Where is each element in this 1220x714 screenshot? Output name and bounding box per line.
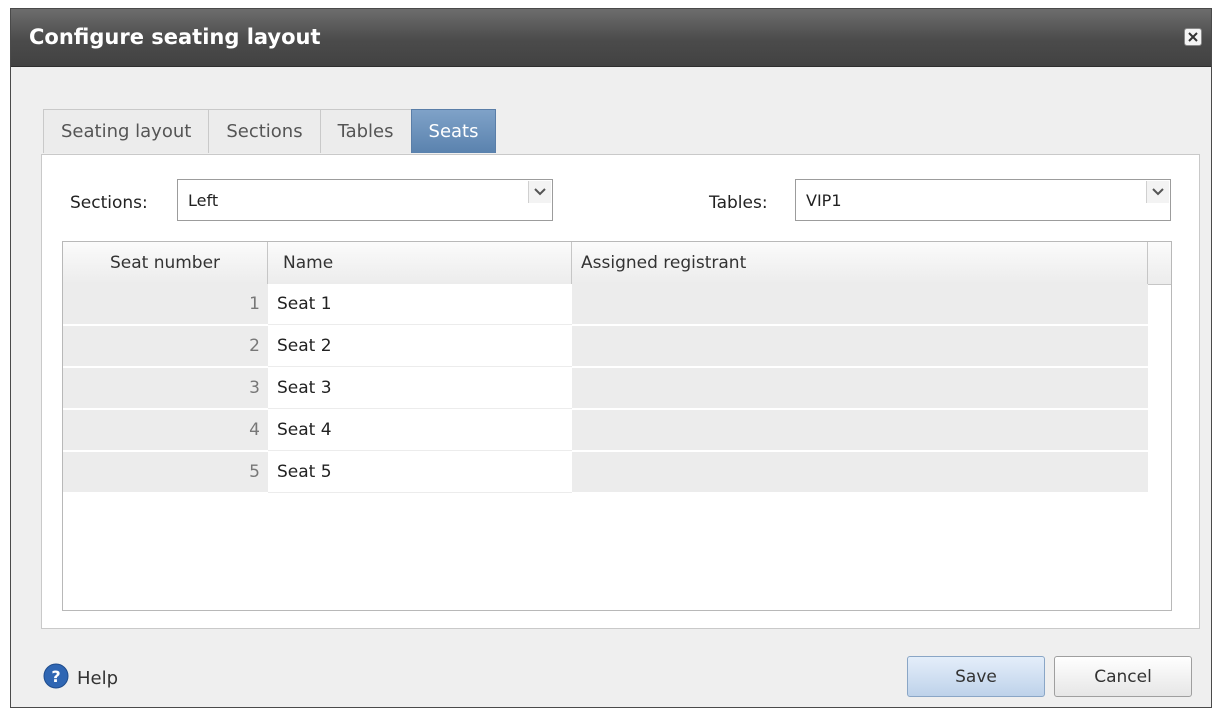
- seat-name-cell[interactable]: Seat 5: [268, 452, 572, 493]
- sections-label: Sections:: [70, 193, 148, 213]
- table-row[interactable]: 5 Seat 5: [63, 452, 1148, 494]
- cancel-button[interactable]: Cancel: [1054, 656, 1192, 697]
- tables-dropdown-value: VIP1: [806, 191, 842, 210]
- assigned-registrant-cell[interactable]: [572, 410, 1148, 451]
- tab-sections[interactable]: Sections: [208, 109, 321, 153]
- assigned-registrant-cell[interactable]: [572, 326, 1148, 367]
- chevron-down-icon[interactable]: [1146, 181, 1169, 203]
- help-circle-icon[interactable]: ?: [43, 663, 69, 693]
- seats-panel: Sections: Left Tables: VIP1 Seat number …: [41, 154, 1200, 629]
- assigned-registrant-cell[interactable]: [572, 284, 1148, 325]
- seat-name-cell[interactable]: Seat 3: [268, 368, 572, 409]
- column-header-assigned-registrant[interactable]: Assigned registrant: [572, 242, 1148, 284]
- seats-grid: Seat number Name Assigned registrant 1 S…: [62, 241, 1172, 611]
- seat-number-cell[interactable]: 2: [63, 326, 268, 367]
- seat-name-cell[interactable]: Seat 4: [268, 410, 572, 451]
- table-row[interactable]: 1 Seat 1: [63, 284, 1148, 326]
- tables-dropdown[interactable]: VIP1: [795, 179, 1171, 221]
- help-label[interactable]: Help: [77, 668, 118, 689]
- seat-name-cell[interactable]: Seat 1: [268, 284, 572, 325]
- tab-seats[interactable]: Seats: [410, 109, 497, 153]
- tab-tables[interactable]: Tables: [319, 109, 412, 153]
- table-row[interactable]: 4 Seat 4: [63, 410, 1148, 452]
- close-icon: [1188, 32, 1198, 42]
- configure-seating-dialog: Configure seating layout Seating layout …: [10, 8, 1212, 708]
- seat-number-cell[interactable]: 4: [63, 410, 268, 451]
- seat-number-cell[interactable]: 3: [63, 368, 268, 409]
- seat-number-cell[interactable]: 1: [63, 284, 268, 325]
- dialog-titlebar: Configure seating layout: [11, 9, 1211, 67]
- save-button[interactable]: Save: [907, 656, 1045, 697]
- column-header-seat-number[interactable]: Seat number: [63, 242, 268, 284]
- sections-dropdown-value: Left: [188, 191, 219, 210]
- close-button[interactable]: [1184, 28, 1202, 46]
- chevron-down-icon[interactable]: [528, 181, 551, 203]
- assigned-registrant-cell[interactable]: [572, 452, 1148, 493]
- assigned-registrant-cell[interactable]: [572, 368, 1148, 409]
- table-row[interactable]: 3 Seat 3: [63, 368, 1148, 410]
- tab-seating-layout[interactable]: Seating layout: [43, 109, 210, 153]
- table-row[interactable]: 2 Seat 2: [63, 326, 1148, 368]
- dialog-title: Configure seating layout: [29, 25, 321, 49]
- svg-text:?: ?: [51, 667, 60, 686]
- seat-number-cell[interactable]: 5: [63, 452, 268, 493]
- help-link[interactable]: ? Help: [43, 663, 118, 693]
- seat-name-cell[interactable]: Seat 2: [268, 326, 572, 367]
- tab-bar: Seating layout Sections Tables Seats: [43, 109, 497, 154]
- tables-label: Tables:: [709, 193, 768, 213]
- grid-header: Seat number Name Assigned registrant: [63, 242, 1171, 285]
- sections-dropdown[interactable]: Left: [177, 179, 553, 221]
- column-header-name[interactable]: Name: [268, 242, 572, 284]
